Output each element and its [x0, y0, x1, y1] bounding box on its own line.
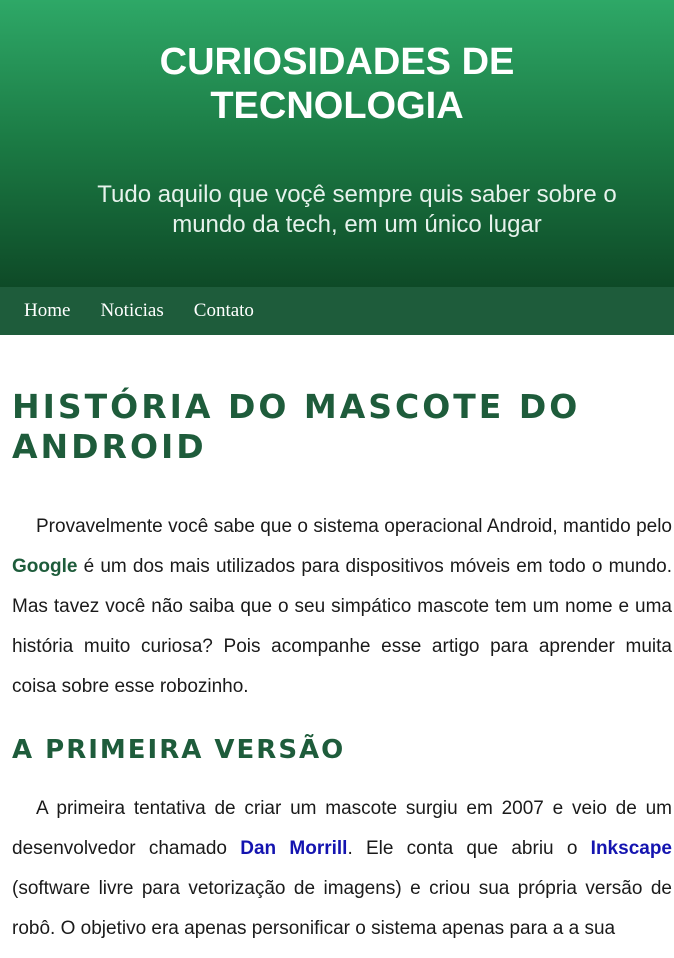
first-version-paragraph: A primeira tentativa de criar um mascote… [12, 789, 672, 949]
nav-link-contato[interactable]: Contato [194, 300, 254, 322]
section-title-first-version: A Primeira Versão [12, 735, 346, 765]
main-nav: Home Noticias Contato [0, 287, 674, 335]
site-subtitle: Tudo aquilo que voçê sempre quis saber s… [97, 181, 617, 238]
article: História do Mascote do Android Provavelm… [0, 387, 674, 949]
site-header: CURIOSIDADES DE TECNOLOGIA Tudo aquilo q… [0, 0, 674, 287]
nav-link-home[interactable]: Home [24, 300, 70, 322]
intro-text-before: Provavelmente você sabe que o sistema op… [36, 516, 672, 537]
first-version-text-3: (software livre para vetorização de imag… [12, 878, 672, 939]
inkscape-link[interactable]: Inkscape [591, 838, 672, 859]
article-intro-paragraph: Provavelmente você sabe que o sistema op… [12, 507, 672, 707]
intro-text-after: é um dos mais utilizados para dispositiv… [12, 556, 672, 697]
google-link[interactable]: Google [12, 556, 77, 577]
dan-morrill-link[interactable]: Dan Morrill [240, 838, 347, 859]
article-title: História do Mascote do Android [12, 387, 581, 466]
nav-link-noticias[interactable]: Noticias [100, 300, 163, 322]
site-title: CURIOSIDADES DE TECNOLOGIA [159, 41, 515, 127]
first-version-text-2: . Ele conta que abriu o [347, 838, 591, 859]
